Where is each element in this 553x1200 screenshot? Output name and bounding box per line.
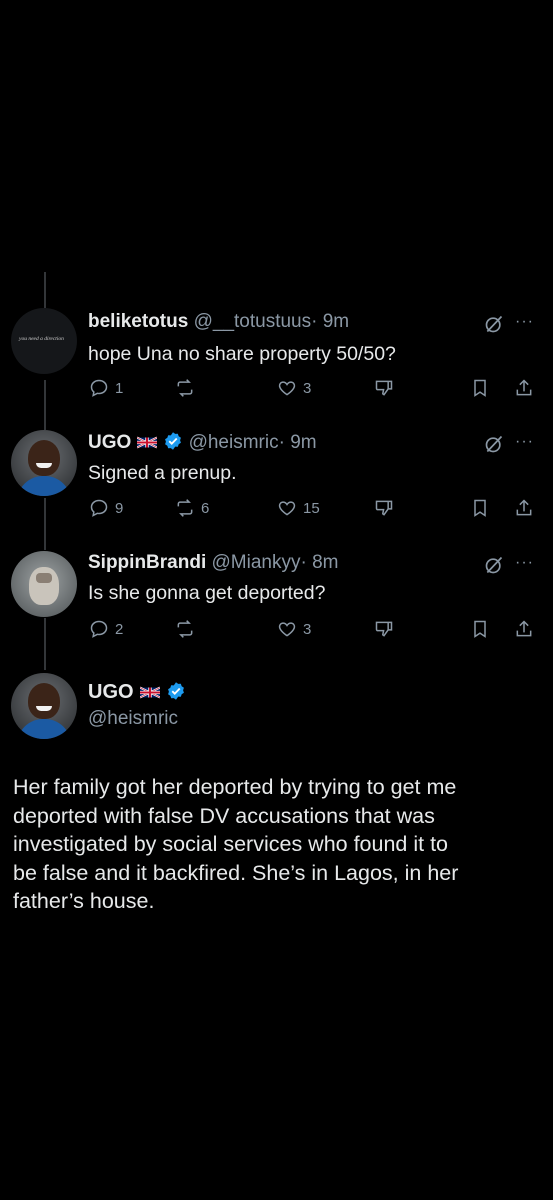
avatar-caption: you need a direction [19, 336, 64, 342]
like-count: 15 [303, 499, 320, 517]
repost-button[interactable] [175, 617, 201, 641]
reply-count: 1 [115, 379, 124, 397]
reply-icon [90, 499, 108, 517]
uk-flag-icon [137, 436, 158, 449]
verified-badge-icon [167, 682, 184, 700]
reply-icon [90, 620, 108, 638]
user-handle[interactable]: @heismric [189, 432, 279, 453]
repost-icon [177, 499, 193, 517]
tweet-header: UGO @heismric· 9m [88, 431, 317, 455]
avatar-smile [36, 706, 52, 711]
more-options-icon[interactable]: ··· [515, 432, 534, 452]
thread-line-top [44, 272, 46, 308]
like-count: 3 [303, 620, 312, 638]
action-bar: 2 3 [0, 617, 553, 641]
bookmark-icon [474, 620, 486, 638]
grok-icon[interactable] [484, 434, 504, 454]
heart-icon [278, 622, 296, 637]
avatar[interactable] [11, 551, 77, 617]
tweet-text-line: father’s house. [13, 889, 155, 913]
share-icon [516, 499, 532, 516]
more-options-icon[interactable]: ··· [515, 553, 534, 573]
dislike-button[interactable] [374, 376, 394, 400]
tweet-text: Is she gonna get deported? [88, 582, 326, 604]
avatar-shirt [17, 719, 71, 739]
reply-count: 9 [115, 499, 124, 517]
uk-flag-icon [139, 686, 160, 699]
like-button[interactable]: 3 [277, 617, 311, 641]
display-name[interactable]: UGO [88, 681, 134, 703]
avatar-smile [36, 463, 52, 468]
dislike-button[interactable] [374, 496, 394, 520]
bookmark-icon [474, 499, 486, 517]
avatar-head [28, 683, 60, 719]
timestamp[interactable]: · 8m [301, 552, 339, 573]
tweet-text: hope Una no share property 50/50? [88, 343, 396, 365]
tweet-header: beliketotus @__totustuus· 9m [88, 310, 349, 334]
like-button[interactable]: 3 [277, 376, 311, 400]
repost-icon [177, 379, 193, 397]
heart-icon [278, 381, 296, 396]
display-name[interactable]: UGO [88, 432, 131, 453]
bookmark-button[interactable] [470, 496, 490, 520]
thumbs-down-icon [375, 621, 393, 637]
user-handle[interactable]: @Miankyy [212, 552, 301, 573]
more-options-icon[interactable]: ··· [515, 312, 534, 332]
like-button[interactable]: 15 [277, 496, 320, 520]
display-name[interactable]: SippinBrandi [88, 552, 206, 573]
avatar-head [28, 440, 60, 476]
tweet-text-line: Her family got her deported by trying to… [13, 775, 457, 799]
action-bar: 1 3 [0, 376, 553, 400]
bookmark-icon [474, 379, 486, 397]
user-handle[interactable]: @__totustuus [194, 311, 312, 332]
reply-button[interactable]: 9 [89, 496, 123, 520]
like-count: 3 [303, 379, 312, 397]
avatar[interactable] [11, 430, 77, 496]
share-icon [516, 379, 532, 396]
tweet-text: Signed a prenup. [88, 462, 237, 484]
timestamp[interactable]: · 9m [279, 432, 317, 453]
tweet-header: UGO [88, 680, 186, 705]
bookmark-button[interactable] [470, 617, 490, 641]
share-button[interactable] [514, 376, 534, 400]
repost-count: 6 [201, 499, 210, 517]
repost-button[interactable] [175, 376, 201, 400]
thumbs-down-icon [375, 500, 393, 516]
avatar[interactable] [11, 673, 77, 739]
display-name[interactable]: beliketotus [88, 311, 188, 332]
share-icon [516, 620, 532, 637]
dislike-button[interactable] [374, 617, 394, 641]
reply-button[interactable]: 1 [89, 376, 123, 400]
tweet-header: SippinBrandi @Miankyy· 8m [88, 551, 339, 575]
tweet-text-line: deported with false DV accusations that … [13, 803, 435, 828]
tweet-body: Her family got her deported by trying to… [13, 773, 538, 916]
heart-icon [278, 501, 296, 516]
reply-icon [90, 379, 108, 397]
share-button[interactable] [514, 617, 534, 641]
avatar[interactable]: you need a direction [11, 308, 77, 374]
thumbs-down-icon [375, 380, 393, 396]
reply-button[interactable]: 2 [89, 617, 123, 641]
share-button[interactable] [514, 496, 534, 520]
timestamp[interactable]: · 9m [311, 311, 349, 332]
grok-icon[interactable] [484, 314, 504, 334]
tweet-subheader: @heismric [88, 707, 178, 731]
avatar-face [36, 573, 52, 583]
tweet-text-line: investigated by social services who foun… [13, 832, 449, 856]
tweet-text-line: be false and it backfired. She’s in Lago… [13, 860, 459, 885]
action-bar: 9 6 15 [0, 496, 553, 520]
avatar-shirt [17, 476, 71, 496]
grok-icon[interactable] [484, 555, 504, 575]
repost-button[interactable]: 6 [175, 496, 209, 520]
bookmark-button[interactable] [470, 376, 490, 400]
repost-icon [177, 620, 193, 638]
user-handle[interactable]: @heismric [88, 708, 178, 729]
reply-count: 2 [115, 620, 124, 638]
verified-badge-icon [165, 432, 182, 450]
